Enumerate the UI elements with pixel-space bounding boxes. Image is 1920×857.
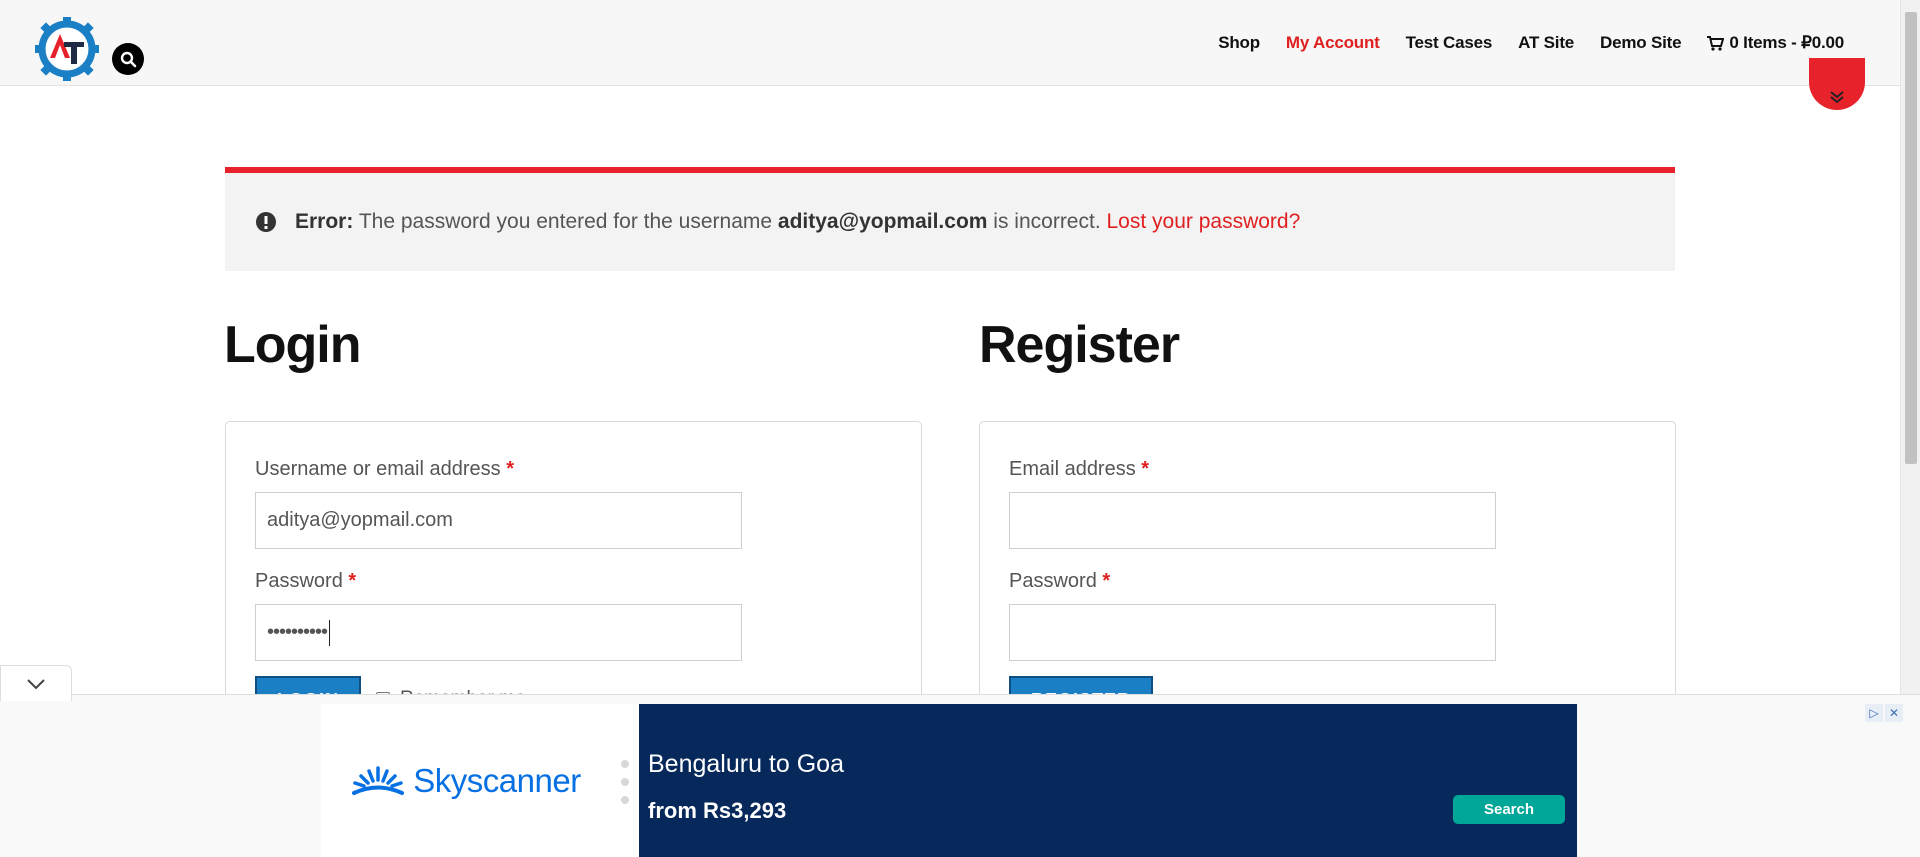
site-logo[interactable] bbox=[34, 16, 100, 82]
cart-label: 0 Items - ₽0.00 bbox=[1729, 33, 1844, 52]
password-value: •••••••••• bbox=[267, 621, 328, 643]
nav-item-my-account[interactable]: My Account bbox=[1286, 33, 1380, 53]
required-mark: * bbox=[1141, 458, 1150, 480]
ad-info-icon[interactable]: ▷ bbox=[1865, 704, 1883, 722]
ad-price: from Rs3,293 bbox=[648, 798, 787, 823]
register-heading: Register bbox=[979, 316, 1180, 374]
carousel-dot[interactable] bbox=[621, 760, 629, 768]
ad-creative[interactable]: Bengaluru to Goa from Rs3,293 Search ▷ ✕ bbox=[639, 704, 1903, 857]
page: Shop My Account Test Cases AT Site Demo … bbox=[0, 0, 1920, 857]
scroll-down-button[interactable] bbox=[1809, 58, 1865, 110]
nav-item-demo-site[interactable]: Demo Site bbox=[1600, 33, 1682, 53]
email-label: Email address * bbox=[1009, 458, 1149, 481]
cart-link[interactable]: 0 Items - ₽0.00 bbox=[1707, 33, 1844, 53]
register-form: Email address * Password * REGISTER bbox=[979, 421, 1676, 721]
carousel-dot[interactable] bbox=[621, 778, 629, 786]
nav-item-test-cases[interactable]: Test Cases bbox=[1406, 33, 1493, 53]
ad-collapse-button[interactable] bbox=[0, 665, 72, 701]
password-label-text: Password bbox=[255, 570, 343, 592]
error-text-after: is incorrect. bbox=[993, 210, 1101, 233]
error-notice: Error: The password you entered for the … bbox=[225, 167, 1675, 271]
ad-carousel-dots[interactable] bbox=[621, 760, 629, 804]
search-button[interactable] bbox=[112, 43, 144, 75]
register-email-input[interactable] bbox=[1009, 492, 1496, 549]
chevron-down-icon bbox=[27, 678, 45, 689]
alert-icon bbox=[256, 212, 276, 232]
nav-item-at-site[interactable]: AT Site bbox=[1518, 33, 1574, 53]
error-username: aditya@yopmail.com bbox=[777, 210, 988, 233]
login-heading: Login bbox=[224, 316, 362, 374]
required-mark: * bbox=[348, 570, 357, 592]
error-prefix: Error: bbox=[295, 210, 354, 233]
ad-banner[interactable]: Skyscanner Bengaluru to Goa from Rs3,293… bbox=[321, 704, 1903, 857]
carousel-dot[interactable] bbox=[621, 796, 629, 804]
ad-close-icon[interactable]: ✕ bbox=[1885, 704, 1903, 722]
ad-choices: ▷ ✕ bbox=[1865, 704, 1903, 722]
site-header: Shop My Account Test Cases AT Site Demo … bbox=[0, 0, 1900, 86]
ad-title: Bengaluru to Goa bbox=[648, 750, 844, 778]
scrollbar-thumb[interactable] bbox=[1905, 12, 1917, 464]
error-text-before: The password you entered for the usernam… bbox=[358, 210, 773, 233]
search-icon bbox=[120, 51, 136, 67]
lost-password-link[interactable]: Lost your password? bbox=[1107, 210, 1301, 233]
ad-brand: Skyscanner bbox=[321, 704, 611, 857]
ad-search-button[interactable]: Search bbox=[1453, 795, 1565, 824]
main-nav: Shop My Account Test Cases AT Site Demo … bbox=[1218, 33, 1844, 53]
cart-icon bbox=[1707, 35, 1725, 51]
username-label: Username or email address * bbox=[255, 458, 514, 481]
nav-item-shop[interactable]: Shop bbox=[1218, 33, 1260, 53]
page-scrollbar[interactable] bbox=[1900, 0, 1920, 700]
ad-brand-name: Skyscanner bbox=[413, 761, 581, 799]
register-password-label-text: Password bbox=[1009, 570, 1097, 592]
double-chevron-down-icon bbox=[1830, 91, 1844, 104]
skyscanner-sunrise-icon bbox=[352, 765, 405, 795]
gear-logo-icon bbox=[35, 17, 99, 81]
register-password-label: Password * bbox=[1009, 570, 1110, 593]
login-form: Username or email address * aditya@yopma… bbox=[225, 421, 922, 721]
username-label-text: Username or email address bbox=[255, 458, 501, 480]
required-mark: * bbox=[506, 458, 515, 480]
required-mark: * bbox=[1102, 570, 1111, 592]
register-password-input[interactable] bbox=[1009, 604, 1496, 661]
text-cursor bbox=[329, 619, 331, 646]
username-input[interactable]: aditya@yopmail.com bbox=[255, 492, 742, 549]
email-label-text: Email address bbox=[1009, 458, 1136, 480]
password-label: Password * bbox=[255, 570, 356, 593]
password-input[interactable]: •••••••••• bbox=[255, 604, 742, 661]
